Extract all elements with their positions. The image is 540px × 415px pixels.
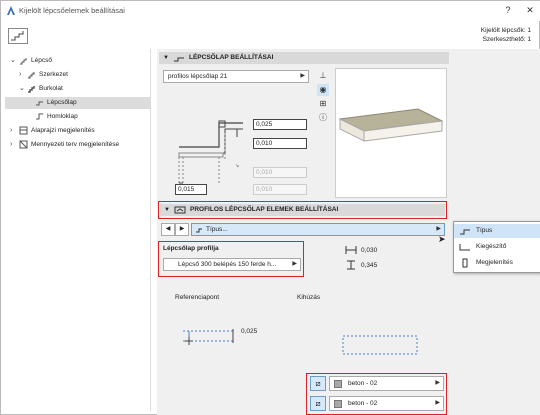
- display-icon: [462, 258, 468, 268]
- dropdown-value: beton - 02: [348, 400, 378, 407]
- plan-view-icon[interactable]: ⊥: [317, 70, 329, 82]
- surface-override-button[interactable]: ⧄: [310, 376, 326, 391]
- editable-count: Szerkeszthető: 1: [482, 36, 531, 43]
- dropdown-value: Típus...: [206, 226, 228, 233]
- info-icon[interactable]: ⓘ: [317, 112, 329, 124]
- section-title: LÉPCSŐLAP BEÁLLÍTÁSAI: [189, 54, 274, 61]
- material-swatch-icon: [334, 380, 342, 388]
- close-button[interactable]: ✕: [523, 5, 537, 16]
- chevron-down-icon[interactable]: ⌄: [19, 83, 25, 95]
- measure-value-1: 0,030: [361, 247, 378, 254]
- tree-item-label: Mennyezeti terv megjelenítése: [31, 141, 120, 148]
- type-dropdown[interactable]: Típus... ▶: [191, 223, 445, 236]
- chevron-right-icon: ▶: [292, 261, 297, 267]
- tree-item-riser[interactable]: Homloklap: [5, 111, 151, 123]
- type-icon: [460, 229, 470, 235]
- popup-item-label: Típus: [476, 227, 493, 234]
- tree-item-tread[interactable]: Lépcsőlap: [5, 97, 151, 109]
- extension-diagram: [342, 335, 418, 355]
- tread-profile-label: Lépcsőlap profilja: [163, 245, 219, 252]
- chevron-right-icon[interactable]: ›: [10, 139, 12, 151]
- reference-value: 0,025: [241, 328, 258, 335]
- stair-profile-diagram: ↘: [178, 120, 243, 185]
- dim-field-5: 0,010: [253, 184, 307, 195]
- riser-icon: [36, 113, 43, 120]
- ceiling-plan-icon: [19, 140, 28, 149]
- measure-value-2: 0,345: [361, 262, 378, 269]
- tread-icon: [174, 57, 184, 62]
- dim-field-3[interactable]: 0,015: [175, 184, 207, 195]
- help-button[interactable]: ?: [501, 5, 515, 15]
- chevron-right-icon: ▶: [435, 380, 440, 386]
- chevron-right-icon[interactable]: ›: [10, 125, 12, 137]
- archicad-app-icon: [7, 6, 15, 15]
- height-measure-icon: [347, 260, 355, 270]
- tree-item-label: Alaprajzi megjelenítés: [31, 127, 95, 134]
- previous-button[interactable]: ◀: [161, 223, 175, 236]
- tree-item-label: Burkolat: [39, 85, 63, 92]
- tread-icon: [36, 101, 43, 106]
- tree-item-structure[interactable]: › Szerkezet: [5, 69, 151, 81]
- dropdown-value: beton - 02: [348, 380, 378, 387]
- popup-item-label: Kiegészítő: [476, 243, 507, 250]
- tread-3d-preview: [338, 108, 444, 142]
- material-dropdown-1[interactable]: beton - 02 ▶: [329, 376, 444, 391]
- extension-label: Kihúzás: [297, 294, 321, 301]
- surface-override-button[interactable]: ⧄: [310, 396, 326, 411]
- material-dropdown-2[interactable]: beton - 02 ▶: [329, 396, 444, 411]
- popup-item-label: Megjelenítés: [476, 259, 513, 266]
- tree-item-label: Lépcső: [31, 57, 52, 64]
- settings-tree: ⌄ Lépcső › Szerkezet ⌄ Burkolat Lépcsőla…: [5, 49, 151, 411]
- chevron-right-icon[interactable]: ›: [19, 69, 21, 81]
- material-swatch-icon: [334, 400, 342, 408]
- chevron-down-icon[interactable]: ⌄: [10, 55, 16, 67]
- structure-icon: [27, 71, 35, 79]
- highlight-box: [158, 201, 447, 219]
- chevron-down-icon[interactable]: ▼: [163, 52, 169, 64]
- next-button[interactable]: ▶: [175, 223, 189, 236]
- tree-item-stair[interactable]: ⌄ Lépcső: [5, 55, 151, 67]
- tree-item-finish[interactable]: ⌄ Burkolat: [5, 83, 151, 95]
- dialog-window: Kijelölt lépcsőelemek beállításai ? ✕ Ki…: [0, 0, 540, 415]
- tree-item-label: Szerkezet: [39, 71, 68, 78]
- chevron-right-icon: ▶: [300, 73, 305, 79]
- selected-count: Kijelölt lépcsők: 1: [480, 27, 531, 34]
- popup-item-accessory[interactable]: Kiegészítő: [454, 240, 540, 254]
- popup-item-display[interactable]: Megjelenítés: [454, 256, 540, 270]
- 3d-preview: [335, 68, 447, 198]
- dim-field-1[interactable]: 0,025: [253, 119, 307, 130]
- window-title: Kijelölt lépcsőelemek beállításai: [19, 6, 125, 15]
- dropdown-value: profilos lépcsőlap 21: [168, 73, 228, 80]
- 3d-view-icon[interactable]: ◉: [317, 84, 329, 96]
- reference-point-label: Referenciapont: [175, 294, 220, 301]
- finish-icon: [28, 86, 35, 93]
- dim-field-2[interactable]: 0,010: [253, 138, 307, 149]
- profile-type-icon: [196, 228, 202, 233]
- svg-text:↘: ↘: [235, 163, 239, 169]
- stair-settings-icon: [8, 28, 28, 44]
- section-view-icon[interactable]: ⊞: [317, 98, 329, 110]
- tread-settings-header[interactable]: ▼ LÉPCSŐLAP BEÁLLÍTÁSAI: [159, 52, 449, 64]
- dim-field-4: 0,010: [253, 167, 307, 178]
- mouse-cursor-icon: ➤: [438, 234, 446, 244]
- tree-item-label: Homloklap: [47, 113, 78, 120]
- tread-profile-dropdown[interactable]: profilos lépcsőlap 21 ▶: [163, 70, 309, 83]
- stair-profile-dropdown[interactable]: Lépcső 300 belépés 150 ferde h... ▶: [163, 258, 301, 271]
- floorplan-icon: [19, 126, 28, 135]
- chevron-right-icon: ▶: [435, 400, 440, 406]
- reference-point-diagram: [183, 329, 235, 345]
- type-popup-menu: Típus Kiegészítő Megjelenítés: [453, 221, 540, 273]
- accessory-icon: [459, 244, 470, 251]
- title-bar: Kijelölt lépcsőelemek beállításai ? ✕: [1, 1, 540, 21]
- popup-item-type[interactable]: Típus: [454, 224, 540, 238]
- stair-icon: [20, 58, 27, 65]
- tree-item-ceiling-display[interactable]: › Mennyezeti terv megjelenítése: [5, 139, 151, 151]
- width-measure-icon: [345, 246, 357, 254]
- tree-item-label: Lépcsőlap: [47, 99, 77, 106]
- tree-item-floorplan-display[interactable]: › Alaprajzi megjelenítés: [5, 125, 151, 137]
- dropdown-value: Lépcső 300 belépés 150 ferde h...: [178, 261, 277, 268]
